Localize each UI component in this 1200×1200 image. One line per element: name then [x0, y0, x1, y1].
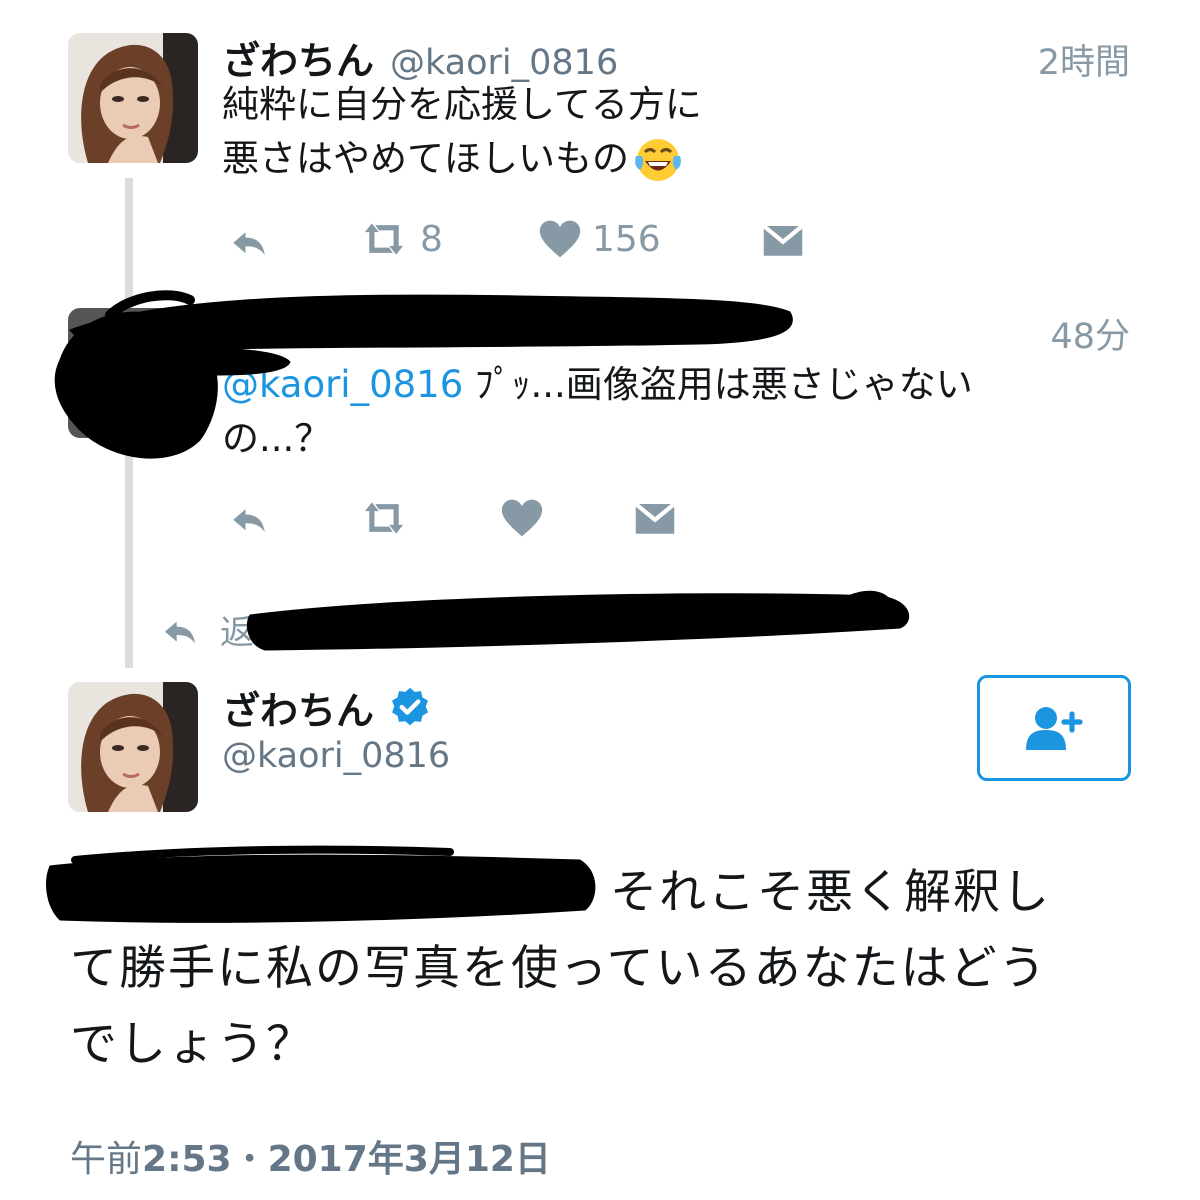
heart-icon: [539, 220, 581, 258]
reply-icon: [165, 621, 195, 643]
direct-message-button[interactable]: [634, 500, 676, 536]
tweet-text-content: ﾌﾟｯ...画像盗用は悪さじゃない: [475, 363, 973, 406]
avatar[interactable]: [68, 33, 198, 163]
heart-icon: [501, 499, 543, 537]
tweet1-header: ざわちん @kaori_0816: [222, 30, 618, 85]
main-tweet-text-line1: それこそ悪く解釈し: [610, 865, 1051, 920]
retweet-button[interactable]: [358, 497, 410, 539]
reply-icon: [233, 509, 265, 532]
tweet-time[interactable]: 2時間: [1038, 34, 1130, 85]
retweet-button[interactable]: 8: [358, 218, 443, 260]
envelope-icon: [634, 502, 676, 534]
display-name[interactable]: ざわちん: [222, 680, 374, 735]
tweet-timestamp[interactable]: 午前2:53・2017年3月12日: [70, 1130, 551, 1182]
timestamp-time: 2:53: [142, 1139, 232, 1180]
main-tweet-text-line2: て勝手に私の写真を使っているあなたはどう: [70, 941, 1048, 996]
verified-icon: [392, 687, 428, 725]
username[interactable]: @kaori_0816: [390, 43, 618, 83]
follow-button[interactable]: [977, 675, 1131, 781]
reply-button[interactable]: [228, 220, 270, 262]
reply-context-label: 返: [220, 613, 254, 653]
retweet-count: 8: [420, 218, 443, 260]
username[interactable]: @kaori_0816: [222, 736, 450, 776]
timestamp-date: 2017年3月12日: [267, 1139, 551, 1180]
avatar-photo: [68, 33, 198, 163]
reply-button[interactable]: [228, 497, 270, 539]
tweet-text: 純粋に自分を応援してる方に 悪さはやめてほしいもの: [222, 78, 702, 186]
tweet-text-line: 純粋に自分を応援してる方に: [222, 83, 702, 126]
retweet-icon: [364, 502, 404, 534]
tweet-text-content: 悪さはやめてほしいもの: [222, 137, 629, 180]
direct-message-button[interactable]: [762, 222, 804, 258]
display-name[interactable]: ざわちん: [222, 30, 374, 85]
avatar[interactable]: [68, 308, 198, 438]
reply-context[interactable]: 返: [160, 605, 254, 654]
retweet-icon: [364, 223, 404, 255]
avatar[interactable]: [68, 682, 198, 812]
mention-link[interactable]: @kaori_0816: [222, 363, 463, 406]
tweet-time[interactable]: 48分: [1050, 308, 1130, 359]
main-header-name-row: ざわちん: [222, 680, 432, 735]
main-tweet-text-line3: でしょう？: [70, 1017, 315, 1072]
tweet-text: @kaori_0816 ﾌﾟｯ...画像盗用は悪さじゃない の...？: [222, 358, 973, 466]
envelope-icon: [762, 224, 804, 256]
reply-icon: [233, 232, 265, 255]
like-count: 156: [592, 218, 661, 260]
laughing-tears-emoji-icon: [635, 139, 681, 181]
timestamp-separator: ・: [231, 1139, 268, 1180]
add-user-icon: [1026, 707, 1083, 750]
like-button[interactable]: [500, 497, 544, 539]
tweet-text-line: @kaori_0816 ﾌﾟｯ...画像盗用は悪さじゃない: [222, 358, 973, 412]
like-button[interactable]: 156: [538, 218, 661, 260]
tweet-text-line: 悪さはやめてほしいもの: [222, 132, 702, 186]
avatar-photo: [68, 682, 198, 812]
tweet-text-line: の...？: [222, 417, 332, 460]
timestamp-prefix: 午前: [70, 1139, 143, 1180]
